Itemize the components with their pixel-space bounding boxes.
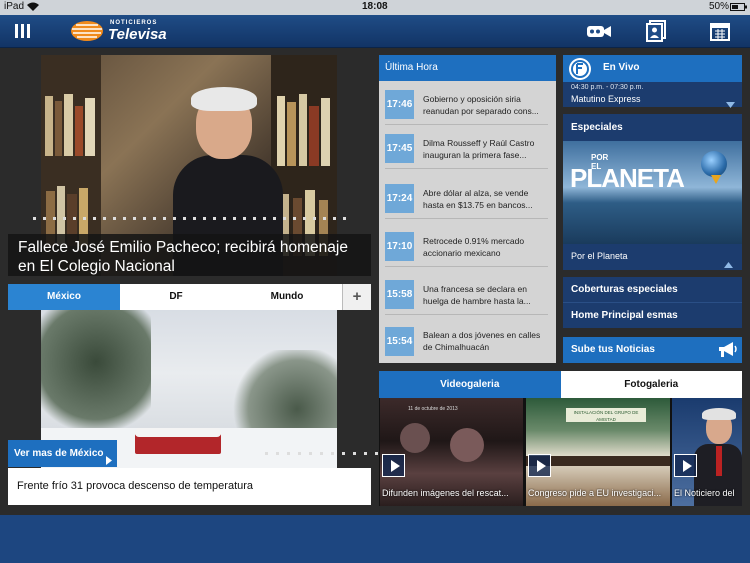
televisa-logo[interactable] xyxy=(70,20,104,47)
coberturas-link[interactable]: Coberturas especiales xyxy=(571,284,678,295)
tab-fotogaleria[interactable]: Fotogaleria xyxy=(560,371,742,398)
megaphone-icon xyxy=(717,341,737,364)
tab-mundo[interactable]: Mundo xyxy=(232,284,342,310)
video-gallery: 11 de octubre de 2013 Difunden imágenes … xyxy=(379,398,742,506)
news-item[interactable]: 15:54 Balean a dos jóvenes en calles de C… xyxy=(385,321,548,361)
news-item[interactable]: 17:24 Abre dólar al alza, se vende hasta … xyxy=(385,179,548,219)
battery-label: 50% xyxy=(709,1,730,12)
pin-icon xyxy=(711,175,721,184)
hero-headline[interactable]: Fallece José Emilio Pacheco; recibirá ho… xyxy=(8,234,371,276)
schedule-program: Matutino Express xyxy=(571,94,641,104)
news-text: Dilma Rousseff y Raúl Castro inauguran l… xyxy=(423,137,535,160)
schedule-time: 04:30 p.m. - 07:30 p.m. xyxy=(571,84,644,91)
ver-mas-mexico-button[interactable]: Ver mas de México xyxy=(8,440,117,467)
ver-mas-label: Ver mas de México xyxy=(14,448,104,459)
home-principal-link[interactable]: Home Principal esmas xyxy=(571,310,678,321)
mexico-story-headline[interactable]: Frente frío 31 provoca descenso de tempe… xyxy=(8,468,371,505)
news-time: 17:45 xyxy=(385,134,414,163)
links-divider xyxy=(563,302,742,303)
en-vivo-label: En Vivo xyxy=(603,62,640,73)
news-time: 17:46 xyxy=(385,90,414,119)
news-item[interactable]: 15:58 Una francesa se declara en huelga d… xyxy=(385,275,548,315)
video-camera-icon[interactable] xyxy=(586,22,612,45)
news-text: Una francesa se declara en huelga de ham… xyxy=(423,283,531,306)
news-text: Abre dólar al alza, se vende hasta en $1… xyxy=(423,187,533,210)
tab-videogaleria-label: Videogaleria xyxy=(440,379,500,390)
bottom-bar xyxy=(0,515,750,563)
news-item[interactable]: 17:10 Retrocede 0.91% mercado accionario … xyxy=(385,227,548,267)
video-caption: Congreso pide a EU investigaci... xyxy=(528,488,662,498)
dropdown-arrow-icon[interactable] xyxy=(726,95,735,113)
play-icon[interactable] xyxy=(674,454,697,477)
news-text: Balean a dos jóvenes en calles de Chimal… xyxy=(423,330,541,352)
add-section-button[interactable]: + xyxy=(342,284,371,310)
play-icon[interactable] xyxy=(382,454,405,477)
gallery-tabs: Videogaleria Fotogaleria xyxy=(379,371,742,398)
por-el-planeta-banner[interactable]: POR EL PLANETA xyxy=(563,141,742,244)
banner-big-text: PLANETA xyxy=(570,163,685,193)
wifi-icon xyxy=(27,2,39,14)
app-header: NOTICIEROS Televisa xyxy=(0,15,750,48)
video-thumb[interactable]: El Noticiero del xyxy=(672,398,742,506)
especiales-panel[interactable]: Especiales POR EL PLANETA Por el Planeta xyxy=(563,114,742,270)
battery-icon xyxy=(730,3,747,14)
video-thumb[interactable]: INSTALACIÓN DEL GRUPO DE AMISTAD Congres… xyxy=(526,398,670,506)
tab-videogaleria[interactable]: Videogaleria xyxy=(379,371,561,398)
video-timestamp: 11 de octubre de 2013 xyxy=(408,406,458,412)
menu-icon[interactable] xyxy=(14,23,31,44)
news-time: 15:58 xyxy=(385,280,414,309)
ultima-hora-title: Última Hora xyxy=(379,55,556,81)
section-tabs: México DF Mundo + xyxy=(8,284,371,310)
carrier-label: iPad xyxy=(4,1,25,12)
crowd-figure xyxy=(400,423,430,453)
tab-mexico[interactable]: México xyxy=(8,284,120,310)
tab-df[interactable]: DF xyxy=(120,284,232,310)
clock-label: 18:08 xyxy=(362,1,388,12)
news-text: Retrocede 0.91% mercado accionario mexic… xyxy=(423,235,525,258)
news-text: Gobierno y oposición siria reanudan por … xyxy=(423,93,539,116)
brand-line2: Televisa xyxy=(108,26,167,43)
banner-text: INSTALACIÓN DEL GRUPO DE AMISTAD xyxy=(566,408,646,422)
anchor-tie xyxy=(716,446,722,476)
globe-icon xyxy=(701,151,727,177)
ultima-hora-panel: Última Hora 17:46 Gobierno y oposición si… xyxy=(379,55,556,363)
status-bar: iPad 18:08 50% xyxy=(0,0,750,15)
anchor-hair xyxy=(702,408,736,420)
news-item[interactable]: 17:46 Gobierno y oposición siria reanudan… xyxy=(385,85,548,125)
play-icon[interactable] xyxy=(528,454,551,477)
news-time: 17:24 xyxy=(385,184,414,213)
en-vivo-logo-icon xyxy=(569,58,591,80)
news-time: 17:10 xyxy=(385,232,414,261)
mexico-pager-dots xyxy=(265,452,389,455)
person-hair xyxy=(191,87,257,111)
video-thumb[interactable]: 11 de octubre de 2013 Difunden imágenes … xyxy=(380,398,523,506)
video-caption: El Noticiero del xyxy=(674,488,735,498)
expand-up-icon[interactable] xyxy=(724,255,733,273)
especiales-label: Especiales xyxy=(571,122,623,133)
sube-noticias-label: Sube tus Noticias xyxy=(571,344,655,355)
contacts-icon[interactable] xyxy=(646,20,668,47)
snowy-tree xyxy=(41,310,151,440)
calendar-icon[interactable] xyxy=(710,21,730,46)
car-snow xyxy=(135,428,221,437)
news-time: 15:54 xyxy=(385,326,414,356)
video-caption: Difunden imágenes del rescat... xyxy=(382,488,509,498)
news-item[interactable]: 17:45 Dilma Rousseff y Raúl Castro inaugu… xyxy=(385,129,548,169)
crowd-figure xyxy=(450,428,484,462)
links-panel: Coberturas especiales Home Principal esm… xyxy=(563,277,742,328)
especiales-caption: Por el Planeta xyxy=(571,251,628,261)
en-vivo-panel[interactable]: En Vivo 04:30 p.m. - 07:30 p.m. Matutino… xyxy=(563,55,742,108)
sube-noticias-button[interactable]: Sube tus Noticias xyxy=(563,337,742,363)
hero-pager-dots xyxy=(33,217,346,220)
